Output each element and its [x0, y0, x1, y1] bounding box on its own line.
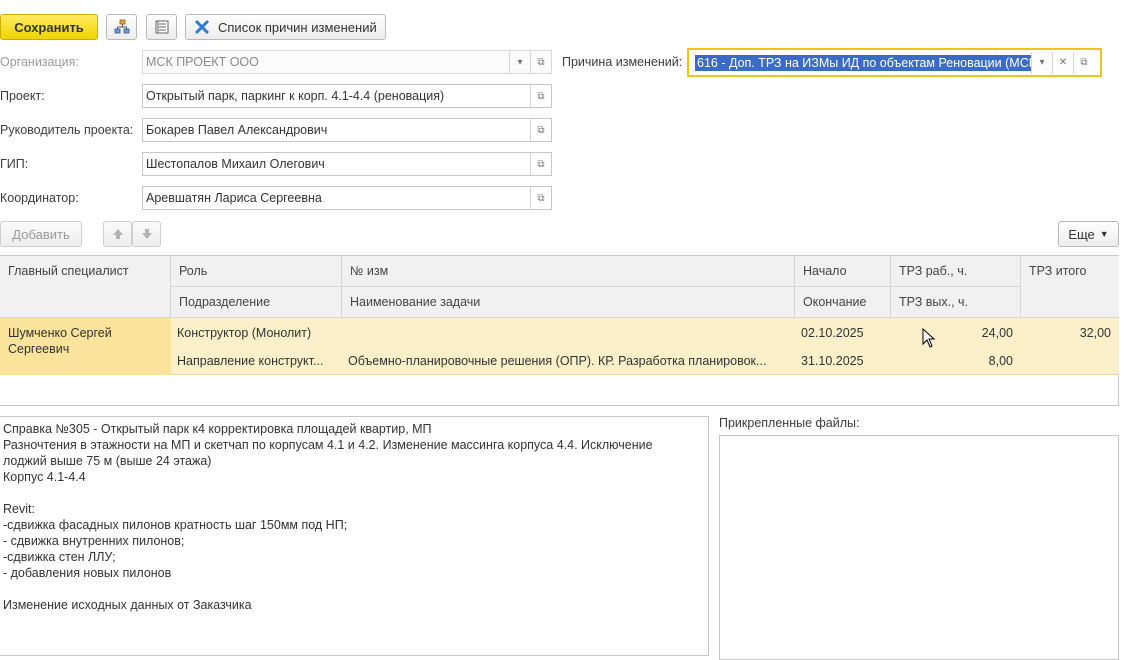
org-value: МСК ПРОЕКТ ООО: [146, 55, 259, 69]
open-icon: ⧉: [530, 51, 551, 73]
comment-line: - добавления новых пилонов: [3, 566, 172, 580]
more-button[interactable]: Еще ▼: [1058, 221, 1119, 247]
move-up-button[interactable]: [103, 221, 132, 247]
manager-field[interactable]: Бокарев Павел Александрович ⧉: [142, 118, 552, 142]
reasons-list-label: Список причин изменений: [218, 19, 377, 35]
gip-label: ГИП:: [0, 157, 29, 171]
add-button-label: Добавить: [12, 226, 70, 242]
comment-line: [3, 581, 708, 597]
dropdown-chevron-icon: ▼: [1099, 229, 1109, 239]
header-start[interactable]: Начало: [795, 256, 891, 287]
project-label: Проект:: [0, 89, 45, 103]
open-icon[interactable]: ⧉: [530, 187, 551, 209]
row-chief[interactable]: Шумченко Сергей Сергеевич: [0, 318, 171, 375]
open-icon[interactable]: ⧉: [530, 153, 551, 175]
hierarchy-button[interactable]: [106, 14, 137, 40]
list-icon: [155, 20, 168, 34]
clear-icon[interactable]: ✕: [1052, 51, 1073, 74]
reason-label: Причина изменений:: [562, 55, 683, 69]
comment-line: - сдвижка внутренних пилонов;: [3, 534, 185, 548]
header-end[interactable]: Окончание: [795, 287, 891, 318]
save-button-label: Сохранить: [14, 19, 84, 35]
comment-line: Корпус 4.1-4.4: [3, 470, 86, 484]
gip-value: Шестопалов Михаил Олегович: [146, 157, 325, 171]
reason-field[interactable]: 616 - Доп. ТРЗ на ИЗМы ИД по объектам Ре…: [687, 48, 1102, 77]
header-role[interactable]: Роль: [171, 256, 342, 287]
header-trz-off[interactable]: ТРЗ вых., ч.: [891, 287, 1021, 318]
row-change-no[interactable]: [342, 318, 795, 347]
comment-line: Revit:: [3, 502, 35, 516]
comment-line: [3, 485, 708, 501]
manager-value: Бокарев Павел Александрович: [146, 123, 328, 137]
add-button[interactable]: Добавить: [0, 221, 82, 247]
row-task-name[interactable]: Объемно-планировочные решения (ОПР). КР.…: [342, 347, 795, 375]
manager-label: Руководитель проекта:: [0, 123, 134, 137]
comment-line: Справка №305 - Открытый парк к4 корректи…: [3, 422, 432, 436]
header-trz-work[interactable]: ТРЗ раб., ч.: [891, 256, 1021, 287]
comment-line: Изменение исходных данных от Заказчика: [3, 598, 252, 612]
row-trz-total[interactable]: 32,00: [1021, 318, 1119, 347]
move-down-button[interactable]: [132, 221, 161, 247]
structure-icon: [114, 19, 129, 34]
row-role[interactable]: Конструктор (Монолит): [171, 318, 342, 347]
save-button[interactable]: Сохранить: [0, 14, 98, 40]
arrow-up-icon: [112, 229, 123, 239]
coordinator-label: Координатор:: [0, 191, 79, 205]
row-division[interactable]: Направление конструкт...: [171, 347, 342, 375]
gip-field[interactable]: Шестопалов Михаил Олегович ⧉: [142, 152, 552, 176]
comment-line: лоджий выше 75 м (выше 24 этажа): [3, 454, 212, 468]
comment-line: -сдвижка фасадных пилонов кратность шаг …: [3, 518, 348, 532]
row-end[interactable]: 31.10.2025: [795, 347, 891, 375]
reasons-list-button[interactable]: Список причин изменений: [185, 14, 386, 40]
row-trz-work[interactable]: 24,00: [891, 318, 1021, 347]
open-icon[interactable]: ⧉: [530, 85, 551, 107]
header-chief[interactable]: Главный специалист: [0, 256, 171, 318]
reason-value: 616 - Доп. ТРЗ на ИЗМы ИД по объектам Ре…: [695, 54, 1031, 71]
open-icon[interactable]: ⧉: [1073, 51, 1094, 74]
coordinator-value: Аревшатян Лариса Сергеевна: [146, 191, 322, 205]
attachments-label: Прикрепленные файлы:: [719, 416, 860, 430]
row-start[interactable]: 02.10.2025: [795, 318, 891, 347]
dropdown-chevron-icon: ▾: [509, 51, 530, 73]
more-button-label: Еще: [1068, 226, 1095, 242]
dropdown-chevron-icon[interactable]: ▾: [1031, 51, 1052, 74]
open-icon[interactable]: ⧉: [530, 119, 551, 141]
attachments-area[interactable]: [719, 435, 1119, 660]
org-field: МСК ПРОЕКТ ООО ▾ ⧉: [142, 50, 552, 74]
coordinator-field[interactable]: Аревшатян Лариса Сергеевна ⧉: [142, 186, 552, 210]
list-button[interactable]: [146, 14, 177, 40]
comment-textarea[interactable]: Справка №305 - Открытый парк к4 корректи…: [0, 416, 709, 656]
row-trz-off[interactable]: 8,00: [891, 347, 1021, 375]
org-label: Организация:: [0, 55, 79, 69]
mouse-cursor-icon: [922, 328, 936, 348]
arrow-down-icon: [141, 229, 152, 239]
project-value: Открытый парк, паркинг к корп. 4.1-4.4 (…: [146, 89, 445, 103]
project-field[interactable]: Открытый парк, паркинг к корп. 4.1-4.4 (…: [142, 84, 552, 108]
header-task-name[interactable]: Наименование задачи: [342, 287, 795, 318]
table-row[interactable]: Шумченко Сергей Сергеевич Конструктор (М…: [0, 318, 1119, 375]
comment-line: -сдвижка стен ЛЛУ;: [3, 550, 116, 564]
header-division[interactable]: Подразделение: [171, 287, 342, 318]
assignments-table: Главный специалист Роль Подразделение № …: [0, 255, 1119, 406]
cross-blue-icon: [194, 19, 210, 35]
comment-line: Разночтения в этажности на МП и скетчап …: [3, 438, 653, 452]
header-trz-total[interactable]: ТРЗ итого: [1021, 256, 1119, 318]
header-change-no[interactable]: № изм: [342, 256, 795, 287]
